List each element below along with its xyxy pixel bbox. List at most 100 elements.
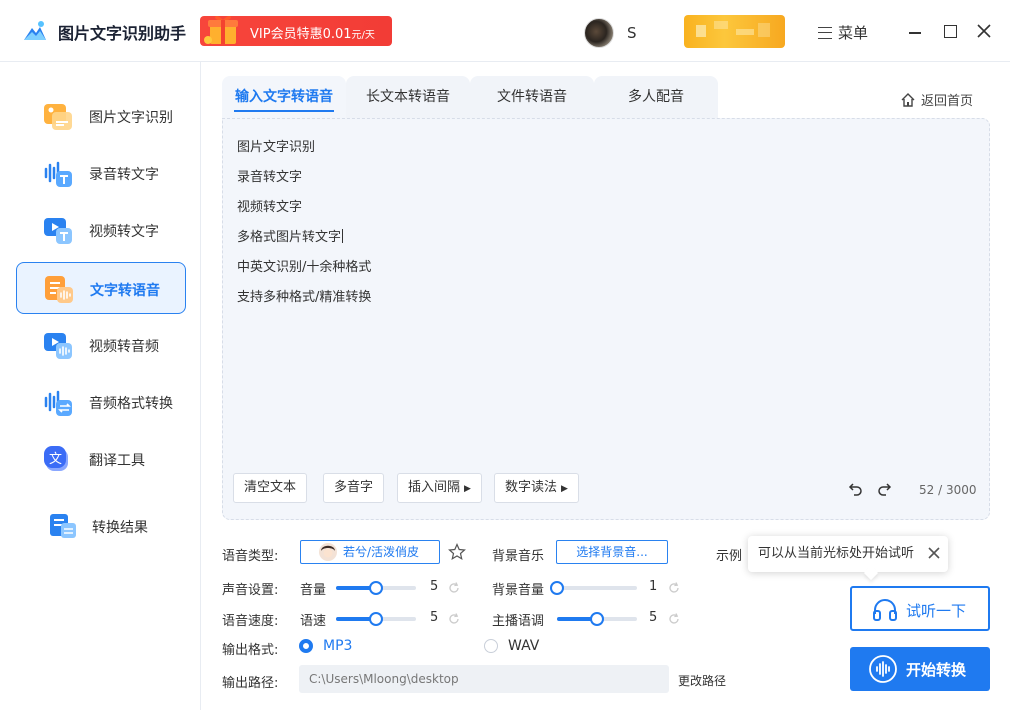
return-home-label: 返回首页 [921,94,974,109]
sidebar-item-results[interactable]: 转换结果 [16,500,186,552]
hamburger-icon [818,26,832,39]
slider-knob[interactable] [369,581,383,595]
sidebar-item-translate[interactable]: 文 翻译工具 [16,433,186,485]
output-path-field[interactable]: C:\Users\Mloong\desktop [299,665,669,693]
number-reading-label: 数字读法 [505,480,558,495]
change-path-button[interactable]: 更改路径 [678,672,726,689]
output-format-label: 输出格式: [222,643,279,658]
voice-type-label: 语音类型: [222,549,279,564]
menu-label: 菜单 [838,24,869,42]
polyphone-button[interactable]: 多音字 [323,473,385,503]
volume-value: 5 [430,579,439,594]
tab-input-text-to-speech[interactable]: 输入文字转语音 [222,76,346,118]
sidebar: 图片文字识别 录音转文字 视频转文字 文字转语音 视频转音频 音频格式转换 文 … [0,62,201,710]
editor-line: 录音转文字 [237,170,303,185]
voice-name: 若兮/活泼俏皮 [343,545,420,559]
close-icon[interactable] [928,547,940,559]
slider-knob[interactable] [550,581,564,595]
tone-value: 5 [649,610,658,625]
sidebar-item-video-to-text[interactable]: 视频转文字 [16,204,186,256]
username: S [627,24,637,42]
sidebar-item-label: 视频转文字 [89,224,159,240]
sample-label: 示例 [716,549,743,564]
sidebar-item-audio-to-text[interactable]: 录音转文字 [16,147,186,199]
voice-select-button[interactable]: 若兮/活泼俏皮 [300,540,440,564]
volume-slider[interactable] [336,581,416,595]
video-to-text-icon [44,218,72,244]
sidebar-item-text-to-speech[interactable]: 文字转语音 [16,262,186,314]
preview-button[interactable]: 试听一下 [850,586,990,631]
return-home-link[interactable]: 返回首页 [900,90,973,109]
editor-line: 多格式图片转文字 [237,230,342,245]
editor-line: 中英文识别/十余种格式 [237,260,372,275]
vip-promo-text: VIP会员特惠0.01元/天 [250,27,375,42]
sidebar-item-video-to-audio[interactable]: 视频转音频 [16,319,186,371]
audio-convert-icon [44,390,72,416]
editor-content[interactable]: 图片文字识别 录音转文字 视频转文字 多格式图片转文字 中英文识别/十余种格式 … [237,133,371,313]
reset-icon[interactable] [667,581,681,595]
undo-icon[interactable] [847,481,863,497]
maximize-button[interactable] [941,22,959,40]
tab-multi-voice-dubbing[interactable]: 多人配音 [594,76,718,118]
voice-avatar-icon [319,543,337,561]
app-title: 图片文字识别助手 [58,24,187,43]
background-volume-slider[interactable] [550,581,637,595]
insert-pause-button[interactable]: 插入间隔 ▶ [397,473,482,503]
text-caret [342,229,344,243]
vip-promo-banner[interactable]: VIP会员特惠0.01元/天 [200,15,392,46]
play-triangle-icon: ▶ [561,484,568,494]
app-logo-icon [24,21,46,40]
background-music-label: 背景音乐 [492,549,545,564]
speed-slider[interactable] [336,612,416,626]
reset-icon[interactable] [447,581,461,595]
redo-icon[interactable] [877,481,893,497]
select-background-music-button[interactable]: 选择背景音... [556,540,668,564]
mp3-radio[interactable] [299,639,313,653]
home-icon [901,92,915,107]
vip-member-badge[interactable] [684,15,785,48]
play-triangle-icon: ▶ [464,484,471,494]
speed-label: 语速 [300,614,327,629]
sidebar-item-label: 录音转文字 [89,167,159,183]
reset-icon[interactable] [447,612,461,626]
title-bar: 图片文字识别助手 VIP会员特惠0.01元/天 S 菜单 [0,0,1010,62]
gift-icon [204,15,238,44]
insert-pause-label: 插入间隔 [408,480,461,495]
sidebar-item-label: 转换结果 [92,520,148,536]
editor-line: 视频转文字 [237,200,303,215]
menu-button[interactable]: 菜单 [818,22,868,43]
text-to-speech-icon [45,276,73,303]
main-panel: 输入文字转语音 长文本转语音 文件转语音 多人配音 返回首页 图片文字识别 录音… [202,62,1010,710]
sound-settings-label: 声音设置: [222,583,279,598]
number-reading-button[interactable]: 数字读法 ▶ [494,473,579,503]
avatar[interactable] [584,18,614,48]
clear-text-button[interactable]: 清空文本 [233,473,308,503]
audio-wave-icon [869,655,897,683]
sidebar-item-image-ocr[interactable]: 图片文字识别 [16,90,186,142]
sidebar-item-label: 翻译工具 [89,453,145,469]
anchor-tone-label: 主播语调 [492,614,545,629]
wav-label: WAV [508,638,540,654]
editor-line: 图片文字识别 [237,140,316,155]
speed-value: 5 [430,610,439,625]
favorite-star-icon[interactable] [448,543,466,561]
sidebar-item-audio-format[interactable]: 音频格式转换 [16,376,186,428]
sidebar-item-label: 音频格式转换 [89,396,173,412]
results-icon [50,514,76,538]
wav-radio[interactable] [484,639,498,653]
text-editor[interactable]: 图片文字识别 录音转文字 视频转文字 多格式图片转文字 中英文识别/十余种格式 … [222,118,990,520]
background-volume-label: 背景音量 [492,583,545,598]
preview-tooltip: 可以从当前光标处开始试听 [748,536,948,572]
close-window-button[interactable] [975,22,993,40]
slider-knob[interactable] [590,612,604,626]
reset-icon[interactable] [667,612,681,626]
minimize-button[interactable] [906,22,924,40]
editor-line-with-caret: 多格式图片转文字 [237,223,371,253]
tab-file-to-speech[interactable]: 文件转语音 [470,76,594,118]
tone-slider[interactable] [557,612,637,626]
output-path-label: 输出路径: [222,676,279,691]
start-convert-button[interactable]: 开始转换 [850,647,990,691]
tab-long-text-to-speech[interactable]: 长文本转语音 [346,76,470,118]
sidebar-item-label: 图片文字识别 [89,110,173,126]
slider-knob[interactable] [369,612,383,626]
